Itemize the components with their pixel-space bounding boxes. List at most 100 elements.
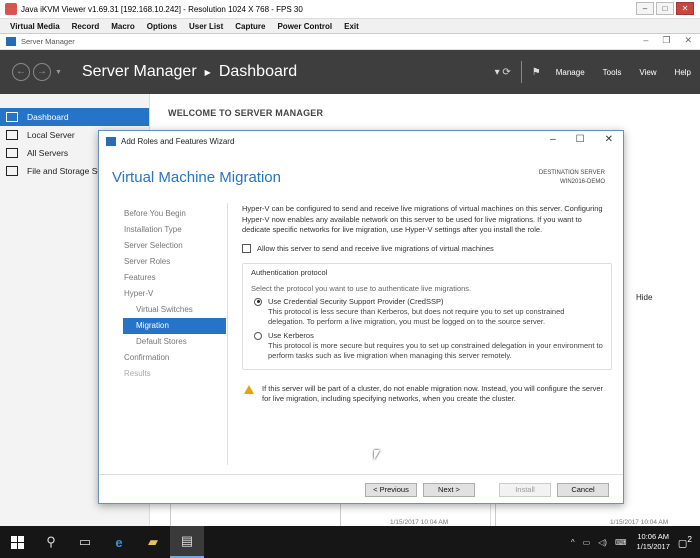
allow-migration-option: Allow this server to send and receive li… [242, 243, 612, 253]
wizard-nav-results: Results [124, 369, 151, 378]
migration-intro-text: Hyper-V can be configured to send and re… [242, 204, 603, 234]
sidebar-item-label: Dashboard [27, 112, 69, 122]
menu-exit[interactable]: Exit [344, 22, 359, 31]
tile-divider [170, 502, 171, 526]
server-manager-header: ← → ▼ Server Manager ▶ Dashboard ▾ ⟳ ⚑ M… [0, 50, 700, 94]
auth-prompt: Select the protocol you want to use to a… [251, 283, 472, 293]
menu-power-control[interactable]: Power Control [277, 22, 332, 31]
welcome-heading: WELCOME TO SERVER MANAGER [168, 108, 324, 118]
minimize-button[interactable]: – [636, 2, 654, 15]
kvm-titlebar: Java iKVM Viewer v1.69.31 [192.168.10.24… [0, 0, 700, 19]
menu-record[interactable]: Record [72, 22, 100, 31]
internet-explorer-icon[interactable]: e [102, 526, 136, 558]
menu-capture[interactable]: Capture [235, 22, 265, 31]
clock-date: 1/15/2017 [636, 542, 670, 551]
wizard-nav-migration[interactable]: Migration [123, 318, 226, 334]
clock[interactable]: 10:06 AM 1/15/2017 [637, 532, 670, 552]
wizard-content: Hyper-V can be configured to send and re… [242, 204, 612, 405]
menu-tools[interactable]: Tools [603, 68, 622, 77]
warning-icon [244, 384, 254, 394]
storage-icon [6, 166, 18, 176]
destination-server: DESTINATION SERVER WIN2016-DEMO [539, 169, 605, 187]
action-center-icon[interactable]: ▢2 [678, 534, 692, 549]
wizard-close-button[interactable]: ✕ [605, 134, 613, 145]
wizard-nav-server-selection[interactable]: Server Selection [99, 238, 229, 254]
close-button[interactable]: ✕ [676, 2, 694, 15]
wizard-nav-divider [227, 203, 228, 465]
breadcrumb-page: Dashboard [218, 63, 298, 80]
install-button: Install [499, 483, 551, 497]
menu-virtual-media[interactable]: Virtual Media [10, 22, 60, 31]
credssp-label[interactable]: Use Credential Security Support Provider… [268, 297, 603, 307]
network-icon[interactable]: ▭ [583, 538, 591, 547]
notifications-flag-icon[interactable]: ⚑ [532, 67, 541, 78]
hide-link[interactable]: Hide [636, 293, 652, 302]
server-manager-taskbar-icon[interactable]: ▤ [170, 526, 204, 558]
footer-divider [99, 474, 623, 475]
credssp-description: This protocol is less secure than Kerber… [268, 306, 565, 326]
volume-icon[interactable]: ◁) [598, 538, 607, 547]
wizard-maximize-button[interactable]: ☐ [576, 134, 585, 145]
authentication-protocol-group: Authentication protocol Select the proto… [242, 262, 612, 370]
search-icon[interactable]: ⚲ [34, 526, 68, 558]
keyboard-icon[interactable]: ⌨ [615, 538, 627, 547]
credssp-radio[interactable] [254, 297, 262, 306]
wizard-titlebar: Add Roles and Features Wizard – ☐ ✕ [99, 131, 623, 151]
wizard-nav-virtual-switches[interactable]: Virtual Switches [99, 302, 229, 318]
kvm-menubar: Virtual Media Record Macro Options User … [0, 19, 700, 34]
destination-label: DESTINATION SERVER [538, 170, 605, 176]
task-view-icon[interactable]: ▭ [68, 526, 102, 558]
sm-close-button[interactable]: ✕ [684, 35, 692, 46]
credssp-option: Use Credential Security Support Provider… [251, 297, 603, 327]
back-arrow-icon[interactable]: ← [12, 63, 30, 81]
maximize-button[interactable]: □ [656, 2, 674, 15]
sidebar-item-dashboard[interactable]: Dashboard [0, 108, 149, 126]
menu-view[interactable]: View [639, 68, 656, 77]
kerberos-option: Use Kerberos This protocol is more secur… [251, 331, 603, 361]
allow-migration-label[interactable]: Allow this server to send and receive li… [257, 244, 494, 253]
clock-time: 10:06 AM [637, 532, 670, 541]
system-tray: ^ ▭ ◁) ⌨ 10:06 AM 1/15/2017 ▢2 [567, 526, 700, 558]
dashboard-icon [6, 112, 18, 122]
cancel-button[interactable]: Cancel [557, 483, 609, 497]
wizard-nav-server-roles[interactable]: Server Roles [99, 254, 229, 270]
menu-options[interactable]: Options [147, 22, 177, 31]
start-button[interactable] [0, 526, 34, 558]
wizard-nav-confirmation[interactable]: Confirmation [99, 350, 229, 366]
server-manager-icon [6, 37, 16, 46]
servers-icon [6, 148, 18, 158]
kerberos-radio[interactable] [254, 331, 262, 340]
sidebar-item-label: Local Server [27, 130, 75, 140]
menu-help[interactable]: Help [675, 68, 691, 77]
header-divider [520, 61, 522, 83]
menu-user-list[interactable]: User List [189, 22, 223, 31]
sm-restore-button[interactable]: ❐ [662, 35, 670, 46]
wizard-nav-before-you-begin[interactable]: Before You Begin [99, 206, 229, 222]
wizard-nav-features[interactable]: Features [99, 270, 229, 286]
sm-minimize-button[interactable]: – [643, 35, 648, 46]
wizard-nav: Before You Begin Installation Type Serve… [99, 206, 229, 382]
tray-overflow-icon[interactable]: ^ [571, 538, 575, 547]
wizard-nav-hyper-v[interactable]: Hyper-V [99, 286, 229, 302]
cluster-warning-text: If this server will be part of a cluster… [262, 383, 604, 404]
wizard-nav-default-stores[interactable]: Default Stores [99, 334, 229, 350]
wizard-nav-installation-type[interactable]: Installation Type [99, 222, 229, 238]
add-roles-wizard-dialog: Add Roles and Features Wizard – ☐ ✕ Virt… [98, 130, 624, 504]
wizard-minimize-button[interactable]: – [550, 134, 556, 145]
allow-migration-checkbox[interactable] [242, 243, 251, 253]
wizard-footer: < Previous Next > Install Cancel [365, 483, 609, 497]
previous-button[interactable]: < Previous [365, 483, 417, 497]
file-explorer-icon[interactable]: ▰ [136, 526, 170, 558]
refresh-dropdown-icon[interactable]: ▾ ⟳ [495, 67, 511, 78]
breadcrumb-separator-icon: ▶ [204, 67, 211, 77]
next-button[interactable]: Next > [423, 483, 475, 497]
tile-timestamp: 1/15/2017 10:04 AM [610, 519, 669, 526]
menu-manage[interactable]: Manage [556, 68, 585, 77]
menu-macro[interactable]: Macro [111, 22, 135, 31]
kerberos-label[interactable]: Use Kerberos [268, 331, 603, 341]
tile-divider [495, 502, 496, 526]
wizard-window-title: Add Roles and Features Wizard [121, 136, 235, 146]
kerberos-description: This protocol is more secure but require… [268, 340, 603, 360]
forward-arrow-icon[interactable]: → [33, 63, 51, 81]
history-dropdown-icon[interactable]: ▼ [55, 69, 62, 76]
